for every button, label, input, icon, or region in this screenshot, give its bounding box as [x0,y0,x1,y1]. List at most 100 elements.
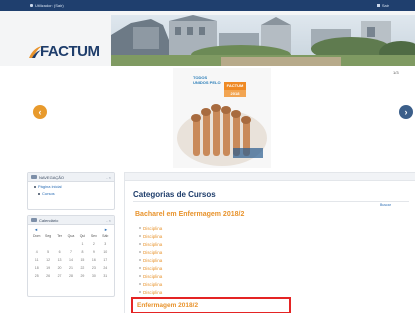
calendar-day[interactable]: 20 [54,266,65,271]
calendar-day[interactable]: 1 [77,242,88,247]
calendar-day[interactable]: 9 [88,250,99,255]
course-name: Disciplina [143,225,163,231]
course-list-item[interactable]: Disciplina [139,272,164,280]
calendar-day[interactable]: 21 [65,266,76,271]
navigation-block-header: NAVEGAÇÃO - × [28,173,114,182]
logout-icon [376,4,380,7]
banner-hands-illustration [173,68,271,168]
title-divider [133,201,409,202]
header-campus-photo [111,15,415,66]
search-courses-link[interactable]: Buscar [380,203,391,207]
calendar-day[interactable]: 12 [42,258,53,263]
calendar-prev-month[interactable]: ◄ [34,227,38,232]
calendar-day[interactable]: 3 [100,242,111,247]
block-controls[interactable]: - × [106,218,111,223]
calendar-weekday: Sex [90,234,97,238]
calendar-day[interactable]: 16 [88,258,99,263]
carousel-banner[interactable]: TODOS UNIDOS PELO FACTUM 2018 [173,68,271,168]
calendar-day[interactable]: 18 [31,266,42,271]
calendar-day[interactable]: 26 [42,274,53,279]
calendar-block-header: Calendário - × [28,216,114,225]
calendar-day[interactable]: 4 [31,250,42,255]
calendar-day[interactable]: 14 [65,258,76,263]
carousel-next-button[interactable]: › [399,105,413,119]
calendar-nav: ◄ ► [28,225,114,234]
nav-item-home[interactable]: Página inicial [28,182,114,189]
nav-item-label: Cursos [42,191,55,196]
navigation-block-title: NAVEGAÇÃO [39,174,65,180]
calendar-day[interactable]: 17 [100,258,111,263]
calendar-day[interactable]: 23 [88,266,99,271]
calendar-icon [31,218,37,222]
calendar-day[interactable]: 2 [88,242,99,247]
course-name: Disciplina [143,265,163,271]
calendar-weekday: Seg [45,234,52,238]
carousel-prev-button[interactable]: ‹ [33,105,47,119]
calendar-day[interactable]: 8 [77,250,88,255]
calendar-block-title: Calendário [39,217,59,223]
user-text: Utilizador: (Sair) [35,3,64,8]
navigation-icon [31,175,37,179]
calendar-weekday: Dom [33,234,41,238]
category-link-highlighted: Enfermagem 2018/2 [137,302,199,309]
calendar-day[interactable]: 30 [88,274,99,279]
calendar-day[interactable]: 19 [42,266,53,271]
calendar-day[interactable]: 7 [65,250,76,255]
calendar-weekday: Ter [57,234,62,238]
site-header: FACTUM [0,11,415,66]
course-list-item[interactable]: Disciplina [139,232,164,240]
course-name: Disciplina [143,289,163,295]
bullet-icon [139,251,141,253]
top-bar: Utilizador: (Sair) Sair [0,0,415,11]
calendar-day [54,242,65,247]
calendar-day[interactable]: 24 [100,266,111,271]
calendar-day[interactable]: 10 [100,250,111,255]
course-list-item[interactable]: Disciplina [139,248,164,256]
bullet-icon [139,243,141,245]
bullet-icon [38,192,40,195]
calendar-day[interactable]: 28 [65,274,76,279]
calendar-day[interactable]: 13 [54,258,65,263]
navigation-block: NAVEGAÇÃO - × Página inicial Cursos [27,172,115,210]
nav-item-courses[interactable]: Cursos [28,189,114,196]
logo-text: FACTUM [40,43,100,60]
calendar-day[interactable]: 29 [77,274,88,279]
bullet-icon [139,267,141,269]
course-list-item[interactable]: Disciplina [139,224,164,232]
highlighted-category[interactable]: Enfermagem 2018/2 [131,297,291,313]
calendar-weekday: Sáb [102,234,109,238]
course-name: Disciplina [143,249,163,255]
course-list-item[interactable]: Disciplina [139,264,164,272]
bullet-icon [34,185,36,188]
calendar-block: Calendário - × ◄ ► Dom Seg Ter Qua Qui Sex Sáb… [27,215,115,297]
calendar-day[interactable]: 22 [77,266,88,271]
user-icon [30,4,33,7]
factum-logo[interactable]: FACTUM [27,39,119,64]
calendar-day[interactable]: 5 [42,250,53,255]
nav-item-label: Página inicial [38,184,62,189]
calendar-day [42,242,53,247]
calendar-next-month[interactable]: ► [104,227,108,232]
user-menu[interactable]: Utilizador: (Sair) [30,3,64,8]
calendar-day[interactable]: 11 [31,258,42,263]
course-list-item[interactable]: Disciplina [139,256,164,264]
bullet-icon [139,291,141,293]
calendar-day[interactable]: 6 [54,250,65,255]
calendar-day[interactable]: 31 [100,274,111,279]
chevron-right-icon: › [404,107,408,117]
logout-text: Sair [381,3,389,8]
block-controls[interactable]: - × [106,175,111,180]
course-list-item[interactable]: Disciplina [139,288,164,296]
calendar-day[interactable]: 27 [54,274,65,279]
banner-tag-year: 2018 [224,90,246,97]
course-name: Disciplina [143,257,163,263]
bullet-icon [139,259,141,261]
category-link-enfermagem[interactable]: Bacharel em Enfermagem 2018/2 [135,211,244,218]
calendar-day[interactable]: 15 [77,258,88,263]
banner-tag: FACTUM [224,82,246,90]
logout-link[interactable]: Sair [376,3,389,8]
calendar-day[interactable]: 25 [31,274,42,279]
calendar-day [31,242,42,247]
course-list-item[interactable]: Disciplina [139,240,164,248]
course-list-item[interactable]: Disciplina [139,280,164,288]
